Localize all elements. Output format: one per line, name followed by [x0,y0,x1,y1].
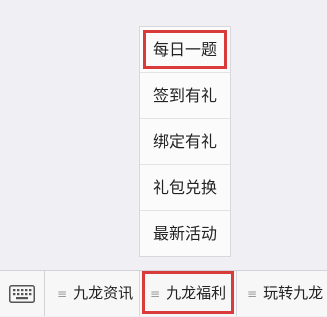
menu-tab-label: 玩转九龙 [263,284,324,302]
submenu-item-latest-events[interactable]: 最新活动 [140,211,230,257]
menu-tab-play-jiulong[interactable]: ≡ 玩转九龙 [237,271,327,316]
submenu-item-gift-redeem[interactable]: 礼包兑换 [140,165,230,211]
keyboard-icon [9,284,35,303]
menu-lines-icon: ≡ [247,287,258,301]
submenu-item-daily-question[interactable]: 每日一题 [140,27,230,73]
menu-tab-label: 九龙福利 [166,284,227,302]
submenu-popup: 每日一题 签到有礼 绑定有礼 礼包兑换 最新活动 [139,26,231,257]
menu-lines-icon: ≡ [150,287,161,301]
keyboard-toggle-button[interactable] [0,271,45,316]
menu-tab-jiulong-news[interactable]: ≡ 九龙资讯 [45,271,140,316]
menu-lines-icon: ≡ [57,287,68,301]
menu-tab-jiulong-welfare[interactable]: ≡ 九龙福利 [140,271,237,316]
bottom-menu-bar: ≡ 九龙资讯 ≡ 九龙福利 ≡ 玩转九龙 [0,270,327,316]
submenu-item-checkin-gift[interactable]: 签到有礼 [140,73,230,119]
submenu-item-binding-gift[interactable]: 绑定有礼 [140,119,230,165]
menu-tab-label: 九龙资讯 [73,284,134,302]
